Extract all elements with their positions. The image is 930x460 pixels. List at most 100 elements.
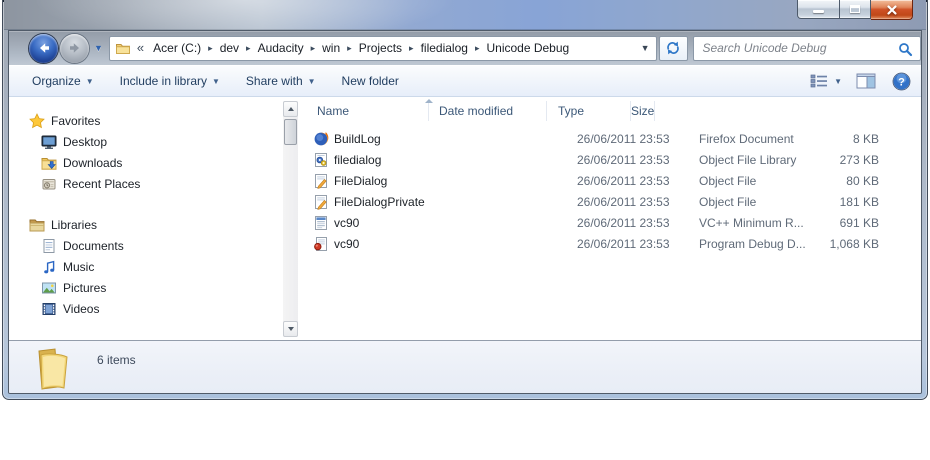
help-button[interactable]: ? (892, 72, 911, 91)
large-folder-icon (31, 345, 75, 391)
toolbar-button[interactable]: Share with ▼ (233, 69, 329, 93)
file-row[interactable]: vc90 26/06/2011 23:53 Program Debug D...… (301, 233, 921, 254)
search-icon[interactable] (898, 42, 913, 57)
items-count: 6 items (97, 353, 136, 367)
object-file-icon (313, 194, 329, 210)
change-view-button[interactable]: ▼ (810, 74, 842, 88)
preview-pane-icon (856, 73, 876, 89)
views-dropdown-chevron-icon: ▼ (834, 76, 842, 86)
breadcrumb: Acer (C:) ▸ dev ▸ Audacity ▸ win ▸ Projects ▸ file… (146, 37, 576, 60)
main-content: Favorites Desktop Downloads Recent Place… (9, 97, 921, 340)
downloads-folder-icon (41, 155, 57, 171)
navigation-bar: ▼ « Acer (C:) ▸ dev ▸ Audacity ▸ win ▸ Projects ▸… (9, 31, 921, 65)
star-icon (29, 112, 45, 129)
breadcrumb-item[interactable]: Audacity (251, 41, 311, 55)
sidebar-item-videos[interactable]: Videos (9, 298, 301, 319)
sidebar-section: Favorites Desktop Downloads Recent Place… (9, 110, 301, 194)
desktop-background: ▼ « Acer (C:) ▸ dev ▸ Audacity ▸ win ▸ Projects ▸… (0, 0, 930, 460)
video-icon (41, 301, 57, 317)
navigation-pane: Favorites Desktop Downloads Recent Place… (9, 97, 301, 340)
sidebar-item-recent-places[interactable]: Recent Places (9, 173, 301, 194)
refresh-icon (667, 41, 680, 55)
music-note-icon (41, 259, 57, 275)
forward-button[interactable] (60, 33, 89, 63)
breadcrumb-item[interactable]: win (315, 41, 347, 55)
breadcrumb-item[interactable]: Acer (C:) (146, 41, 208, 55)
recent-places-icon (41, 176, 57, 192)
minimize-icon (813, 10, 824, 13)
titlebar[interactable] (4, 0, 926, 30)
breadcrumb-item[interactable]: Projects (352, 41, 409, 55)
breadcrumb-overflow-icon[interactable]: « (137, 40, 144, 55)
address-dropdown-chevron-icon[interactable]: ▼ (641, 43, 650, 53)
picture-icon (41, 280, 57, 296)
triangle-up-icon (287, 107, 294, 111)
refresh-button[interactable] (658, 35, 689, 61)
breadcrumb-item[interactable]: dev (213, 41, 246, 55)
chevron-down-icon: ▼ (307, 77, 316, 86)
file-row[interactable]: FileDialog 26/06/2011 23:53 Object File … (301, 170, 921, 191)
sidebar-sections: Favorites Desktop Downloads Recent Place… (9, 110, 301, 319)
breadcrumb-item[interactable]: filedialog (414, 41, 475, 55)
file-row[interactable]: FileDialogPrivate 26/06/2011 23:53 Objec… (301, 191, 921, 212)
firefox-document-icon (313, 131, 329, 147)
object-library-icon (313, 152, 329, 168)
sidebar-item-downloads[interactable]: Downloads (9, 152, 301, 173)
search-box (693, 35, 921, 61)
sort-ascending-icon (425, 99, 433, 103)
document-icon (41, 238, 57, 254)
sidebar-section-libraries[interactable]: Libraries (9, 214, 301, 235)
sidebar-section: Libraries Documents Music Pictures Video… (9, 214, 301, 319)
command-toolbar: Organize ▼ Include in library ▼ Share with ▼ N… (9, 65, 921, 97)
maximize-icon (850, 5, 860, 13)
forward-arrow-icon (69, 43, 79, 53)
sidebar-item-pictures[interactable]: Pictures (9, 277, 301, 298)
triangle-down-icon (287, 327, 294, 331)
explorer-window: ▼ « Acer (C:) ▸ dev ▸ Audacity ▸ win ▸ Projects ▸… (2, 0, 928, 400)
file-list: Name Date modified Type Size BuildLog 26/06… (301, 97, 921, 340)
file-row[interactable]: vc90 26/06/2011 23:53 VC++ Minimum R... … (301, 212, 921, 233)
sidebar-scrollbar[interactable] (283, 101, 298, 337)
toolbar-button[interactable]: Organize ▼ (19, 69, 107, 93)
toolbar-button[interactable]: New folder (329, 69, 412, 93)
address-bar[interactable]: « Acer (C:) ▸ dev ▸ Audacity ▸ win ▸ Projects ▸ fi… (108, 35, 657, 61)
folder-icon (115, 40, 131, 56)
close-icon (886, 4, 898, 16)
close-button[interactable] (871, 0, 913, 20)
preview-pane-button[interactable] (856, 73, 876, 89)
search-input[interactable] (702, 41, 903, 55)
chevron-down-icon: ▼ (85, 77, 94, 86)
svg-text:?: ? (898, 76, 905, 88)
details-pane: 6 items (9, 340, 921, 393)
file-row[interactable]: BuildLog 26/06/2011 23:53 Firefox Docume… (301, 128, 921, 149)
scrollbar-thumb[interactable] (284, 119, 297, 145)
file-row[interactable]: filedialog 26/06/2011 23:53 Object File … (301, 149, 921, 170)
scroll-down-button[interactable] (283, 321, 298, 337)
scroll-up-button[interactable] (283, 101, 298, 117)
back-button[interactable] (29, 33, 58, 63)
window-inner: ▼ « Acer (C:) ▸ dev ▸ Audacity ▸ win ▸ Projects ▸… (8, 30, 922, 394)
maximize-button[interactable] (840, 0, 871, 19)
sidebar-item-music[interactable]: Music (9, 256, 301, 277)
file-rows: BuildLog 26/06/2011 23:53 Firefox Docume… (301, 125, 921, 254)
breadcrumb-item[interactable]: Unicode Debug (479, 41, 576, 55)
column-header-type[interactable]: Type (547, 101, 631, 121)
views-icon (810, 74, 828, 88)
column-header-name[interactable]: Name (301, 101, 429, 121)
toolbar-left-group: Organize ▼ Include in library ▼ Share with ▼ N… (19, 69, 412, 93)
sidebar-item-desktop[interactable]: Desktop (9, 131, 301, 152)
pdb-icon (313, 236, 329, 252)
column-header-size[interactable]: Size (631, 101, 656, 121)
libraries-icon (29, 217, 45, 233)
object-file-icon (313, 173, 329, 189)
sidebar-item-documents[interactable]: Documents (9, 235, 301, 256)
sidebar-section-favorites[interactable]: Favorites (9, 110, 301, 131)
manifest-icon (313, 215, 329, 231)
monitor-icon (41, 134, 57, 150)
minimize-button[interactable] (797, 0, 840, 19)
column-header-date-modified[interactable]: Date modified (429, 101, 547, 121)
help-icon: ? (892, 72, 911, 90)
chevron-down-icon: ▼ (212, 77, 220, 86)
history-dropdown-chevron-icon[interactable]: ▼ (94, 43, 103, 53)
toolbar-button[interactable]: Include in library ▼ (107, 69, 233, 93)
